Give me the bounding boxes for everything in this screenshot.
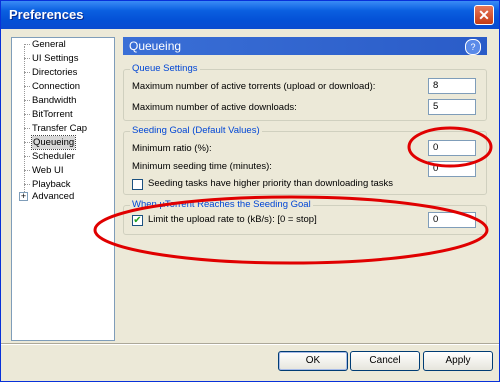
annotation-circle-min-ratio	[407, 126, 493, 168]
preferences-window: Preferences ✕ General UI Settings Direct…	[0, 0, 500, 382]
annotation-overlay	[93, 126, 493, 265]
annotation-circle-seeding-goal	[93, 195, 489, 265]
